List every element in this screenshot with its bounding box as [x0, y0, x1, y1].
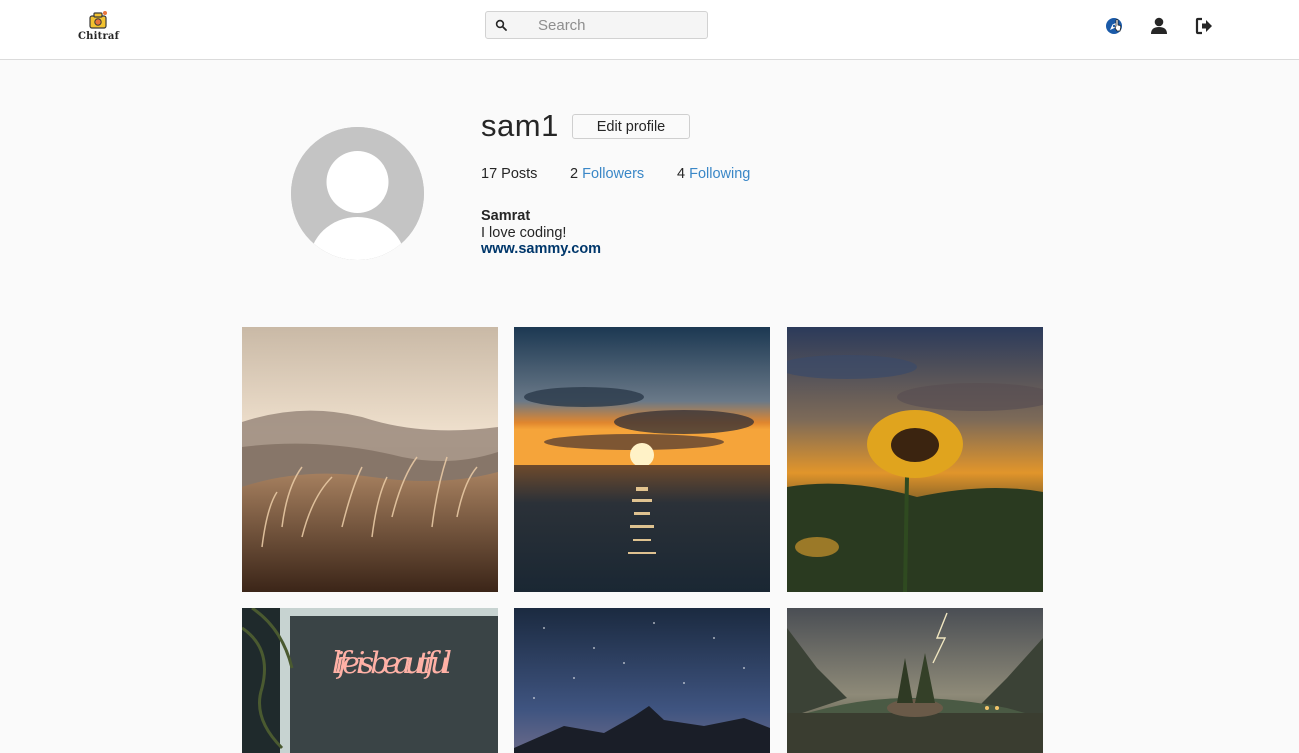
post-thumbnail[interactable]	[514, 327, 770, 592]
starry-mountain-image	[514, 608, 770, 753]
posts-label: Posts	[501, 166, 538, 182]
post-thumbnail[interactable]: life is beautiful	[242, 608, 498, 753]
neon-sign-image: life is beautiful	[242, 608, 498, 753]
profile-bio-text: I love coding!	[481, 224, 567, 241]
profile-bio: Samrat I love coding! www.sammy.com	[481, 208, 601, 258]
following-link[interactable]: Following	[689, 166, 750, 182]
following-count: 4	[677, 166, 686, 182]
lake-island-image	[787, 608, 1043, 753]
sea-sunset-image	[514, 327, 770, 592]
posts-count: 17	[481, 166, 498, 182]
profile-username: sam1	[481, 108, 559, 143]
post-thumbnail[interactable]	[514, 608, 770, 753]
logout-icon[interactable]	[1194, 16, 1214, 36]
followers-stat[interactable]: 2 Followers	[570, 166, 644, 182]
followers-count: 2	[570, 166, 579, 182]
post-thumbnail[interactable]	[787, 608, 1043, 753]
logo-text: Chitraf	[78, 31, 120, 42]
neon-text: life is beautiful	[332, 646, 452, 681]
compass-icon[interactable]	[1104, 16, 1124, 36]
followers-link[interactable]: Followers	[582, 166, 644, 182]
avatar	[291, 127, 424, 260]
following-stat[interactable]: 4 Following	[677, 166, 750, 182]
post-thumbnail[interactable]	[787, 327, 1043, 592]
default-avatar-icon	[291, 127, 424, 260]
edit-profile-button[interactable]: Edit profile	[572, 114, 690, 139]
search-icon	[495, 19, 507, 31]
search-box[interactable]	[485, 11, 708, 39]
top-navigation-bar: Chitraf	[0, 0, 1299, 60]
sunflower-image	[787, 327, 1043, 592]
camera-logo-icon	[89, 11, 107, 29]
user-icon[interactable]	[1149, 16, 1169, 36]
grass-sunset-image	[242, 327, 498, 592]
profile-website-link[interactable]: www.sammy.com	[481, 241, 601, 258]
post-thumbnail[interactable]	[242, 327, 498, 592]
app-logo[interactable]: Chitraf	[78, 10, 120, 44]
profile-full-name: Samrat	[481, 208, 531, 224]
posts-stat: 17 Posts	[481, 166, 537, 182]
search-input[interactable]	[538, 16, 698, 34]
